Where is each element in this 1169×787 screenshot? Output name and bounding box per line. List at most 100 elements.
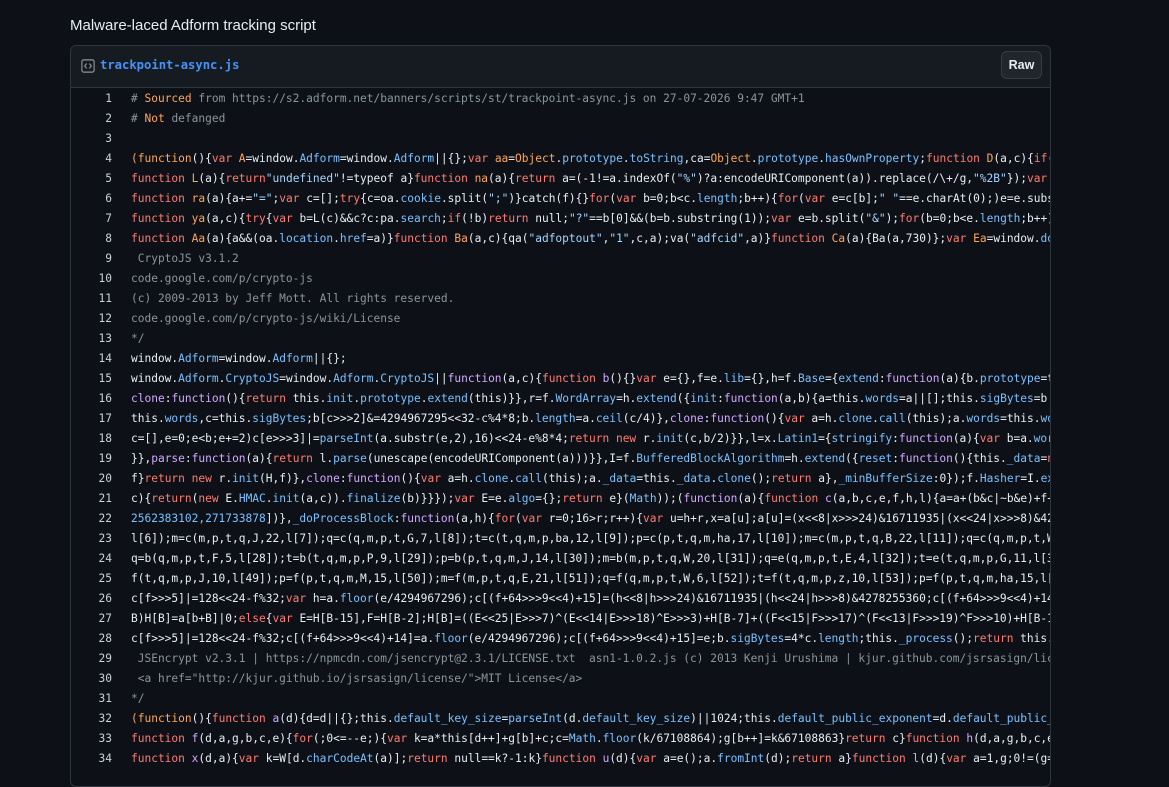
line-number[interactable]: 24 (71, 549, 112, 569)
code-token: length (818, 632, 859, 645)
code-token: (this);a. (905, 412, 967, 425)
code-token: charCodeAt (306, 752, 374, 765)
code-token: a}, (818, 472, 839, 485)
code-token: "adfoptout" (528, 232, 603, 245)
code-token: _doProcessBlock (292, 512, 394, 525)
code-token: : (717, 392, 724, 405)
line-number[interactable]: 27 (71, 609, 112, 629)
line-number[interactable]: 4 (71, 149, 112, 169)
code-token: code.google.com/p/crypto-js/wiki/License (131, 312, 401, 325)
line-number[interactable]: 13 (71, 329, 112, 349)
line-number[interactable]: 23 (71, 529, 112, 549)
code-token: (function (131, 152, 192, 165)
code-token: return (407, 752, 455, 765)
code-token: if (447, 212, 462, 225)
code-token: A (238, 152, 246, 165)
line-number[interactable]: 11 (71, 289, 112, 309)
code-token: floor (602, 732, 637, 745)
code-token: var (386, 732, 414, 745)
line-number[interactable]: 29 (71, 649, 112, 669)
line-number[interactable]: 30 (71, 669, 112, 689)
line-number[interactable]: 17 (71, 409, 112, 429)
code-token: ||{}; (434, 152, 468, 165)
line-number[interactable]: 32 (71, 709, 112, 729)
code-token: (c,b/2)}},l=x. (683, 432, 778, 445)
code-token: (a,b,c,e,f,h,l){a=a+(b&c|~b&e)+f+l;r (831, 492, 1050, 505)
line-number[interactable]: 28 (71, 629, 112, 649)
line-number[interactable]: 10 (71, 269, 112, 289)
code-token: =this. (636, 472, 677, 485)
code-token: prototype (757, 152, 819, 165)
code-token: =window. (218, 352, 273, 365)
code-token: else (238, 612, 266, 625)
code-token: new (198, 492, 226, 505)
line-number[interactable]: 22 (71, 509, 112, 529)
code-token: <a href="http://kjur.github.io/jsrsasign… (131, 672, 583, 685)
code-token: .split( (440, 192, 489, 205)
line-number[interactable]: 31 (71, 689, 112, 709)
code-token: E=H[B-15],F=H[B-2];H[B]=((E<<25|E>>>7)^(… (299, 612, 1050, 625)
code-token: */ (131, 332, 145, 345)
code-token: function (211, 712, 273, 725)
line-number[interactable]: 8 (71, 229, 112, 249)
code-token: Adform (299, 152, 340, 165)
code-text: function Aa(a){a&&(oa.location.href=a)}f… (131, 229, 1050, 249)
code-token: (a){Ba(a,730)}; (845, 232, 947, 245)
code-token: Adform (272, 352, 313, 365)
code-token: l. (319, 452, 334, 465)
line-number[interactable]: 15 (71, 369, 112, 389)
code-token: ";" (488, 192, 509, 205)
code-token: . (818, 152, 825, 165)
code-token: null; (535, 212, 569, 225)
code-token: clone (717, 472, 751, 485)
line-number[interactable]: 5 (71, 169, 112, 189)
line-number[interactable]: 33 (71, 729, 112, 749)
code-token: _data (676, 472, 711, 485)
code-token: Base (797, 372, 825, 385)
code-token: function (131, 172, 192, 185)
code-token: algo (508, 492, 536, 505)
code-token: _data (1006, 452, 1041, 465)
code-token: clone (474, 472, 509, 485)
code-token: ,a)} (744, 232, 772, 245)
line-number[interactable]: 19 (71, 449, 112, 469)
code-line: 22 2562383102,271733878])},_doProcessBloc… (71, 509, 1050, 529)
file-name-link[interactable]: trackpoint-async.js (100, 58, 239, 72)
line-number[interactable]: 14 (71, 349, 112, 369)
raw-button[interactable]: Raw (1001, 51, 1042, 79)
line-number[interactable]: 26 (71, 589, 112, 609)
code-token: ==b[0]&&(b=b.substring(1)); (589, 212, 772, 225)
line-number[interactable]: 1 (71, 89, 112, 109)
code-token: (a){ (952, 432, 980, 445)
code-token: (d); (764, 752, 792, 765)
code-token: function (898, 432, 953, 445)
code-token: ||{}; (312, 352, 347, 365)
code-text: l[6]);m=c(m,p,t,q,J,22,l[7]);q=c(q,m,p,t… (131, 529, 1050, 549)
code-token: length (535, 412, 576, 425)
line-number[interactable]: 20 (71, 469, 112, 489)
line-number[interactable]: 3 (71, 129, 112, 149)
line-number[interactable]: 34 (71, 749, 112, 769)
code-token: (this);a. (542, 472, 603, 485)
line-number[interactable]: 16 (71, 389, 112, 409)
code-token: for (777, 192, 799, 205)
line-number[interactable]: 18 (71, 429, 112, 449)
code-line: 23 l[6]);m=c(m,p,t,q,J,22,l[7]);q=c(q,m,p… (71, 529, 1050, 549)
code-line: 17 this.words,c=this.sigBytes;b[c>>>2]&=4… (71, 409, 1050, 429)
code-token: for (589, 192, 610, 205)
line-number[interactable]: 25 (71, 569, 112, 589)
code-token: c=[],e=0;e<b;e+=2)c[e>>>3]|= (131, 432, 320, 445)
code-line: 8 function Aa(a){a&&(oa.location.href=a)}… (71, 229, 1050, 249)
code-token: parseInt (508, 712, 563, 725)
line-number[interactable]: 9 (71, 249, 112, 269)
line-number[interactable]: 2 (71, 109, 112, 129)
line-number[interactable]: 6 (71, 189, 112, 209)
line-number[interactable]: 21 (71, 489, 112, 509)
code-token: (a){ (245, 452, 273, 465)
code-token: length (696, 192, 738, 205)
code-token: ;b++){ (737, 192, 778, 205)
line-number[interactable]: 7 (71, 209, 112, 229)
code-token: (d,a){ (198, 752, 239, 765)
code-line: 10 code.google.com/p/crypto-js (71, 269, 1050, 289)
line-number[interactable]: 12 (71, 309, 112, 329)
